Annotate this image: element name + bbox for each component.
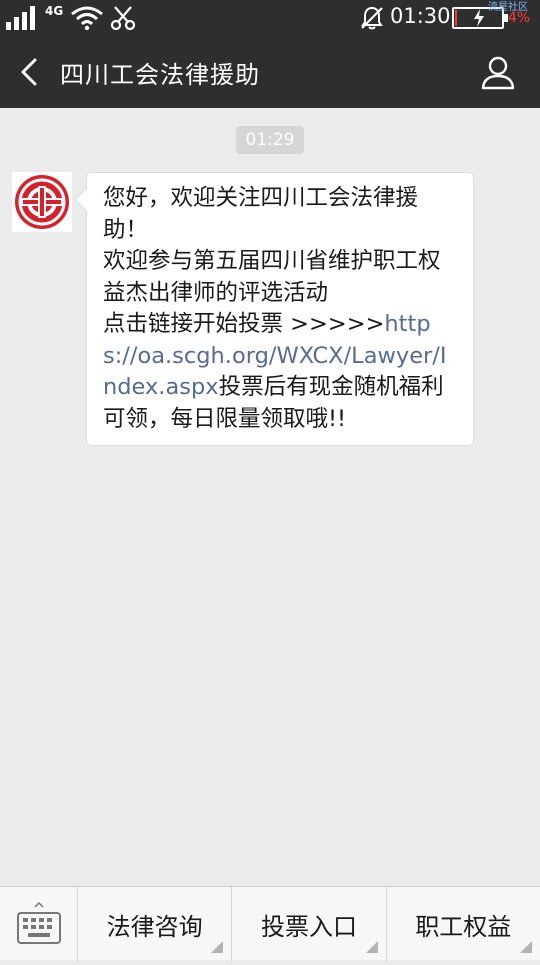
avatar[interactable] xyxy=(12,172,72,232)
message-timestamp: 01:29 xyxy=(236,126,304,154)
menu-legal-consult[interactable]: 法律咨询 xyxy=(78,887,233,961)
chevron-left-icon xyxy=(21,58,37,86)
menu-label: 职工权益 xyxy=(415,912,512,941)
network-type: 4G xyxy=(45,4,64,18)
page-title: 四川工会法律援助 xyxy=(60,61,260,89)
message-link-line: 点击链接开始投票 >>>>>https://oa.scgh.org/WXCX/L… xyxy=(103,309,459,435)
union-logo-icon xyxy=(12,172,72,232)
keyboard-icon xyxy=(17,901,61,944)
silent-icon xyxy=(361,6,383,30)
menu-worker-rights[interactable]: 职工权益 xyxy=(387,887,540,961)
status-time: 01:30 xyxy=(390,4,451,28)
menu-vote-entry[interactable]: 投票入口 xyxy=(232,887,387,961)
message-greeting: 您好，欢迎关注四川工会法律援助！ xyxy=(103,185,419,243)
watermark: 流星社区 xyxy=(488,2,528,13)
message-bubble[interactable]: 您好，欢迎关注四川工会法律援助！ 欢迎参与第五届四川省维护职工权益杰出律师的评选… xyxy=(86,172,474,446)
charging-bolt-icon xyxy=(474,9,484,27)
submenu-indicator-icon xyxy=(519,941,532,953)
battery-level xyxy=(455,10,457,26)
keyboard-toggle-button[interactable] xyxy=(0,887,78,961)
person-icon xyxy=(481,56,515,90)
submenu-indicator-icon xyxy=(211,941,224,953)
scissors-icon xyxy=(110,6,136,30)
message-invitation: 欢迎参与第五届四川省维护职工权益杰出律师的评选活动 xyxy=(103,248,441,306)
submenu-indicator-icon xyxy=(365,941,378,953)
signal-icon xyxy=(6,6,35,30)
profile-button[interactable] xyxy=(478,52,518,92)
message-link-prefix: 点击链接开始投票 >>>>> xyxy=(103,311,385,337)
menu-label: 法律咨询 xyxy=(106,912,203,941)
bottom-menu: 法律咨询 投票入口 职工权益 xyxy=(0,886,540,961)
chat-area[interactable]: 01:29 您好，欢迎关注四川工会法律援助！ 欢迎参与第五届四川省维护职工权益杰… xyxy=(0,108,540,886)
title-bar: 四川工会法律援助 xyxy=(0,36,540,108)
wifi-icon xyxy=(71,6,103,30)
status-bar: 4G 01:30 4% 流星社区 xyxy=(0,0,540,36)
menu-label: 投票入口 xyxy=(260,912,357,941)
back-button[interactable] xyxy=(10,52,50,92)
